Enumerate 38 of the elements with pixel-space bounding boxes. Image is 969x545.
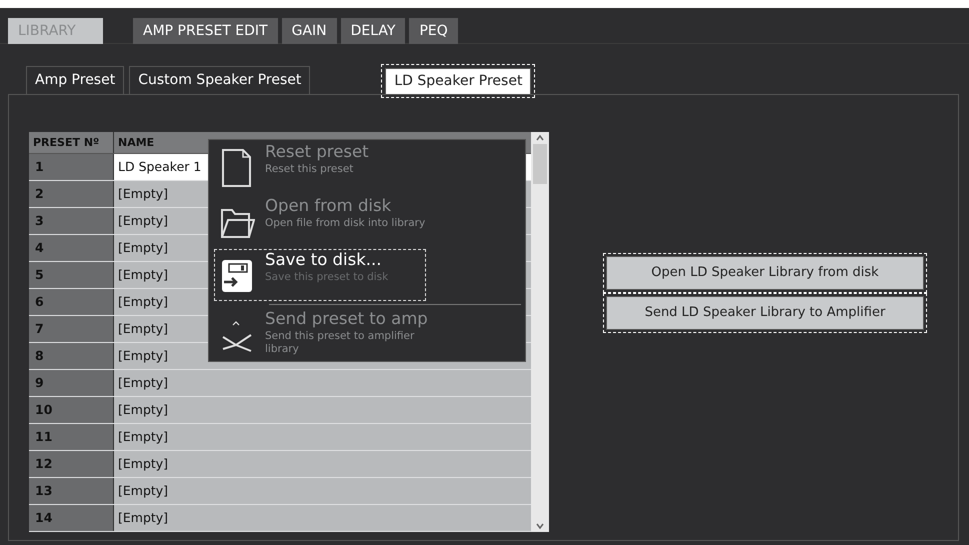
preset-name-cell[interactable]: [Empty] bbox=[114, 451, 531, 477]
row-number: 2 bbox=[29, 181, 114, 207]
preset-name-cell[interactable]: [Empty] bbox=[114, 424, 531, 450]
row-number: 7 bbox=[29, 316, 114, 342]
menu-item-description: Send this preset to amplifier library bbox=[265, 330, 416, 357]
menu-item-label: Open from disk bbox=[265, 196, 392, 217]
preset-name-cell[interactable]: [Empty] bbox=[114, 370, 531, 396]
menu-item-description: Reset this preset bbox=[265, 162, 354, 176]
row-number: 4 bbox=[29, 235, 114, 261]
preset-name-cell[interactable]: [Empty] bbox=[114, 397, 531, 423]
preset-name-cell[interactable]: [Empty] bbox=[114, 505, 531, 531]
tab[interactable]: Custom Speaker Preset bbox=[129, 66, 310, 94]
menu-item[interactable]: Save to disk... Save this preset to disk bbox=[213, 248, 427, 302]
tab[interactable]: DELAY bbox=[340, 18, 406, 44]
tab[interactable]: AMP PRESET EDIT bbox=[133, 18, 278, 44]
library-button[interactable]: Open LD Speaker Library from disk bbox=[606, 256, 924, 290]
row-number: 11 bbox=[29, 424, 114, 450]
preset-name-cell[interactable]: [Empty] bbox=[114, 478, 531, 504]
row-number: 12 bbox=[29, 451, 114, 477]
menu-item-label: Send preset to amp bbox=[265, 309, 429, 330]
menu-item-description: Save this preset to disk bbox=[265, 270, 388, 284]
row-number: 13 bbox=[29, 478, 114, 504]
menu-item-label: Save to disk... bbox=[265, 250, 382, 271]
row-number: 10 bbox=[29, 397, 114, 423]
row-number: 6 bbox=[29, 289, 114, 315]
row-number: 14 bbox=[29, 505, 114, 531]
scrollbar-thumb[interactable] bbox=[533, 144, 547, 184]
row-number: 3 bbox=[29, 208, 114, 234]
tab[interactable]: Amp Preset bbox=[26, 66, 124, 94]
row-number: 5 bbox=[29, 262, 114, 288]
tab[interactable]: PEQ bbox=[409, 18, 458, 44]
library-button[interactable]: Send LD Speaker Library to Amplifier bbox=[606, 296, 924, 330]
row-number: 9 bbox=[29, 370, 114, 396]
row-number: 8 bbox=[29, 343, 114, 369]
scrollbar[interactable] bbox=[531, 132, 549, 532]
menu-item-description: Open file from disk into library bbox=[265, 216, 426, 230]
row-number: 1 bbox=[29, 154, 114, 180]
tab[interactable]: GAIN bbox=[282, 18, 337, 44]
